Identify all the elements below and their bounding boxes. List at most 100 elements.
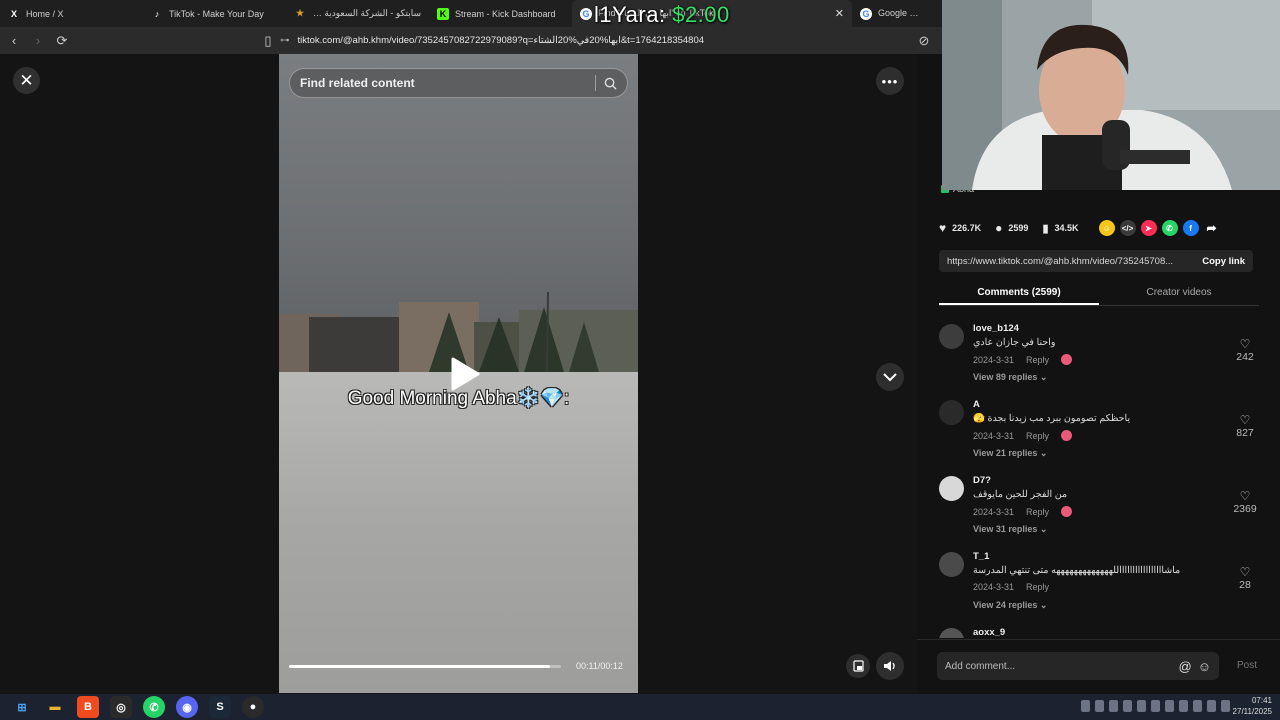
url-text: tiktok.com/@ahb.khm/video/73524570827229… xyxy=(297,35,705,46)
tray-icon[interactable] xyxy=(1179,700,1188,712)
comment-item: A ياحظكم تصومون ببرد مب زيدنا بجدة 🫣 202… xyxy=(939,396,1261,472)
tab-kick-dashboard[interactable]: K Stream - Kick Dashboard xyxy=(429,0,572,27)
tray-icon[interactable] xyxy=(1207,700,1216,712)
steam-icon[interactable]: S xyxy=(209,696,231,718)
reply-button[interactable]: Reply xyxy=(1026,507,1049,517)
brave-browser-icon[interactable]: B xyxy=(77,696,99,718)
forward-arrow-icon[interactable]: › xyxy=(28,31,48,51)
reply-button[interactable]: Reply xyxy=(1026,355,1049,365)
clock[interactable]: 07:41 27/11/2025 xyxy=(1233,695,1272,717)
tab-home-x[interactable]: X Home / X xyxy=(0,0,143,27)
tab-tiktok[interactable]: ♪ TikTok - Make Your Day xyxy=(143,0,286,27)
close-icon[interactable]: ✕ xyxy=(13,67,40,94)
avatar[interactable] xyxy=(939,400,964,425)
comment-like-count: 242 xyxy=(1236,351,1254,363)
emoji-icon[interactable]: ☺ xyxy=(1198,659,1211,674)
video-progress-bar[interactable] xyxy=(289,665,561,668)
comment-date: 2024-3-31 xyxy=(973,582,1015,592)
comment-count: 2599 xyxy=(1008,223,1029,233)
comment-like[interactable]: ♡ 28 xyxy=(1229,566,1261,592)
comment-item: aoxx_9 xyxy=(939,624,1261,638)
embed-icon[interactable]: </> xyxy=(1119,220,1136,236)
comment-username[interactable]: A xyxy=(973,399,980,410)
taskbar: ⊞ ▬ B ◎ ✆ ◉ S ● 07:41 27/11/2025 xyxy=(0,694,1280,720)
tray-icon[interactable] xyxy=(1095,700,1104,712)
x-logo-icon: X xyxy=(10,8,17,19)
tab-label: سابتكو - الشركة السعودية للنقل xyxy=(312,8,421,18)
tab-creator-videos[interactable]: Creator videos xyxy=(1099,282,1259,305)
avatar[interactable] xyxy=(939,628,964,638)
copy-link-button[interactable]: Copy link xyxy=(1202,256,1245,267)
comment-username[interactable]: love_b124 xyxy=(973,323,1019,334)
tray-icon[interactable] xyxy=(1221,700,1230,712)
comment-meta: 2024-3-31 Reply xyxy=(973,430,1073,441)
heart-icon: ♥ xyxy=(939,221,947,235)
miniplayer-icon[interactable] xyxy=(846,654,870,678)
avatar[interactable] xyxy=(939,476,964,501)
comment-like[interactable]: ♡ 827 xyxy=(1229,414,1261,440)
share-arrow-icon[interactable]: ➦ xyxy=(1204,220,1220,236)
video-player[interactable]: Find related content Good Morning Abha❄️… xyxy=(279,54,638,693)
post-button[interactable]: Post xyxy=(1237,660,1257,671)
view-replies-button[interactable]: View 89 replies ⌄ xyxy=(973,372,1047,383)
comment-username[interactable]: T_1 xyxy=(973,551,989,562)
file-explorer-icon[interactable]: ▬ xyxy=(44,696,66,718)
discord-icon[interactable]: ◉ xyxy=(176,696,198,718)
close-tab-icon[interactable]: ✕ xyxy=(835,7,844,20)
mention-icon[interactable]: @ xyxy=(1179,659,1192,674)
whatsapp-icon[interactable]: ✆ xyxy=(143,696,165,718)
comment-like[interactable]: ♡ 242 xyxy=(1229,337,1261,364)
save-count: 34.5K xyxy=(1054,223,1079,233)
search-icon[interactable] xyxy=(604,77,617,90)
comment-stat[interactable]: ● 2599 xyxy=(995,221,1028,235)
reload-icon[interactable]: ⟳ xyxy=(52,31,72,51)
kick-icon: K xyxy=(437,7,449,20)
obs-icon[interactable]: ● xyxy=(242,696,264,718)
site-info-icon[interactable]: ⊶ xyxy=(280,35,290,46)
tray-icon[interactable] xyxy=(1151,700,1160,712)
tab-saptco[interactable]: ★ سابتكو - الشركة السعودية للنقل xyxy=(286,0,429,27)
more-options-icon[interactable]: ••• xyxy=(876,67,904,95)
comment-like[interactable]: ♡ 2369 xyxy=(1229,490,1261,516)
like-stat[interactable]: ♥ 226.7K xyxy=(939,221,981,235)
reply-button[interactable]: Reply xyxy=(1026,431,1049,441)
comment-input[interactable]: Add comment... @ ☺ xyxy=(937,652,1219,680)
comment-username[interactable]: D7? xyxy=(973,475,991,486)
tray-icon[interactable] xyxy=(1123,700,1132,712)
tray-icon[interactable] xyxy=(1137,700,1146,712)
view-replies-button[interactable]: View 21 replies ⌄ xyxy=(973,448,1047,459)
tray-icon[interactable] xyxy=(1165,700,1174,712)
comment-meta: 2024-3-31 Reply xyxy=(973,506,1073,517)
comment-item: T_1 ماشاااااااااااااااااللهههههههههههههه… xyxy=(939,548,1261,624)
avatar[interactable] xyxy=(939,552,964,577)
comment-date: 2024-3-31 xyxy=(973,430,1015,441)
back-arrow-icon[interactable]: ‹ xyxy=(4,31,24,51)
heart-outline-icon: ♡ xyxy=(1239,337,1251,351)
comment-username[interactable]: aoxx_9 xyxy=(973,627,1005,638)
reply-button[interactable]: Reply xyxy=(1026,582,1049,592)
extension-icon[interactable]: ⊘ xyxy=(914,31,934,51)
whatsapp-share-icon[interactable]: ✆ xyxy=(1161,220,1178,236)
related-search-input[interactable]: Find related content xyxy=(289,68,628,98)
view-replies-button[interactable]: View 31 replies ⌄ xyxy=(973,524,1047,535)
tray-icon[interactable] xyxy=(1193,700,1202,712)
chevron-down-icon[interactable] xyxy=(876,363,904,391)
volume-icon[interactable] xyxy=(876,652,904,680)
share-icons: ☺ </> ➤ ✆ f ➦ xyxy=(1098,220,1220,236)
tab-google-search[interactable]: G Google بحث xyxy=(852,0,932,27)
view-replies-button[interactable]: View 24 replies ⌄ xyxy=(973,600,1047,611)
bookmark-icon[interactable]: ▯ xyxy=(258,31,278,51)
avatar[interactable] xyxy=(939,324,964,349)
address-bar[interactable]: ⊶ tiktok.com/@ahb.khm/video/735245708272… xyxy=(280,31,704,50)
send-icon[interactable]: ➤ xyxy=(1140,220,1157,236)
facebook-share-icon[interactable]: f xyxy=(1182,220,1199,236)
tab-comments[interactable]: Comments (2599) xyxy=(939,282,1099,305)
windows-start-icon[interactable]: ⊞ xyxy=(11,696,33,718)
tray-icon[interactable] xyxy=(1109,700,1118,712)
clock-time: 07:41 xyxy=(1251,696,1272,705)
coin-icon[interactable]: ☺ xyxy=(1098,220,1115,236)
save-stat[interactable]: ▮ 34.5K xyxy=(1042,222,1078,235)
tab-label: TikTok - Make Your Day xyxy=(169,8,264,19)
gauge-app-icon[interactable]: ◎ xyxy=(110,696,132,718)
tray-icon[interactable] xyxy=(1081,700,1090,712)
